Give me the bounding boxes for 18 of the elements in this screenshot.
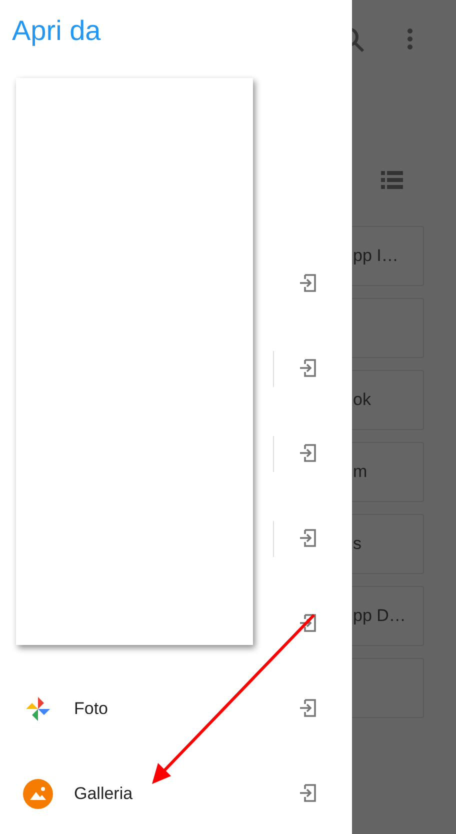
drawer-title: Apri da [12,15,101,46]
app-label[interactable]: Foto [74,696,108,722]
open-with-icon[interactable] [299,529,317,547]
file-name: pp I… [353,245,398,268]
open-with-icon[interactable] [299,614,317,632]
open-with-icon[interactable] [299,444,317,462]
open-with-icon[interactable] [299,699,317,717]
open-with-icon[interactable] [299,274,317,292]
open-with-icon[interactable] [299,359,317,377]
file-name: pp D… [353,605,406,628]
file-name: m [353,461,368,484]
gallery-icon [23,778,53,808]
file-name: ok [353,389,371,412]
more-options-icon[interactable] [406,28,414,50]
file-name: s [353,533,362,556]
list-view-icon[interactable] [381,171,403,189]
app-label[interactable]: Galleria [74,780,133,806]
open-with-icon[interactable] [299,784,317,802]
